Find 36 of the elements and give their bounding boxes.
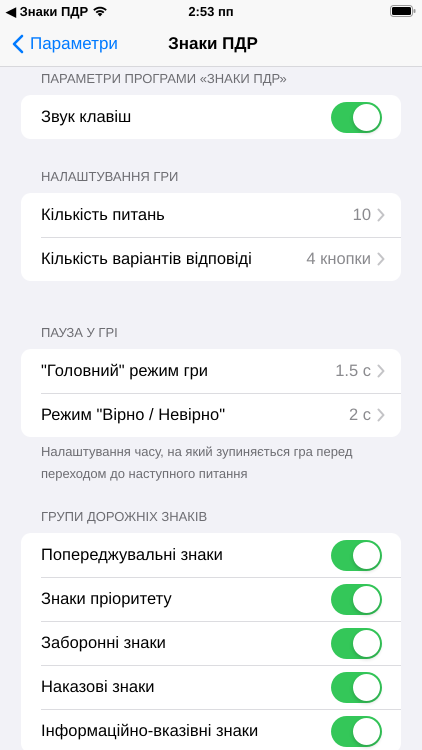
toggle-switch[interactable] bbox=[331, 672, 382, 702]
chevron-icon bbox=[377, 364, 385, 378]
battery-icon bbox=[390, 5, 416, 17]
section-header: НАЛАШТУВАННЯ ГРИ bbox=[40, 169, 180, 185]
toggle-switch[interactable] bbox=[331, 628, 382, 658]
chevron-icon bbox=[377, 208, 385, 222]
setting-label: "Головний" режим гри bbox=[41, 362, 210, 380]
back-to-app-link[interactable]: ◀ Знаки ПДР bbox=[6, 4, 88, 18]
chevron-icon bbox=[377, 408, 385, 422]
setting-label: Кількість варіантів відповіді bbox=[41, 250, 253, 268]
wifi-icon bbox=[92, 5, 108, 17]
section-header: ГРУПИ ДОРОЖНІХ ЗНАКІВ bbox=[40, 509, 208, 525]
setting-label: Звук клавіш bbox=[41, 108, 132, 126]
toggle-switch[interactable] bbox=[331, 540, 382, 570]
toggle-switch[interactable] bbox=[331, 102, 382, 132]
setting-label: Наказові знаки bbox=[41, 678, 156, 696]
setting-value: 1.5 с bbox=[335, 362, 371, 380]
setting-value: 2 с bbox=[348, 406, 371, 424]
status-time: 2:53 пп bbox=[188, 4, 234, 18]
back-chevron-icon bbox=[12, 34, 24, 54]
toggle-switch[interactable] bbox=[331, 584, 382, 614]
section-header: ПАУЗА У ГРІ bbox=[40, 325, 119, 341]
setting-label: Кількість питань bbox=[41, 206, 166, 224]
back-button[interactable]: Параметри bbox=[12, 34, 118, 54]
setting-label: Режим "Вірно / Невірно" bbox=[41, 406, 226, 424]
setting-value: 10 bbox=[352, 206, 371, 224]
section-header: ПАРАМЕТРИ ПРОГРАМИ «ЗНАКИ ПДР» bbox=[40, 71, 288, 87]
section-footer: Налаштування часу, на який зупиняється гра перед переходом до наступного питання bbox=[0, 437, 422, 485]
toggle-switch[interactable] bbox=[331, 716, 382, 746]
chevron-icon bbox=[377, 252, 385, 266]
setting-value: 4 кнопки bbox=[306, 250, 371, 268]
setting-label: Знаки пріоритету bbox=[41, 590, 173, 608]
setting-label: Попереджувальні знаки bbox=[41, 546, 224, 564]
screen-title: Знаки ПДР bbox=[168, 34, 258, 54]
setting-label: Заборонні знаки bbox=[41, 634, 167, 652]
setting-label: Інформаційно-вказівні знаки bbox=[41, 722, 260, 740]
